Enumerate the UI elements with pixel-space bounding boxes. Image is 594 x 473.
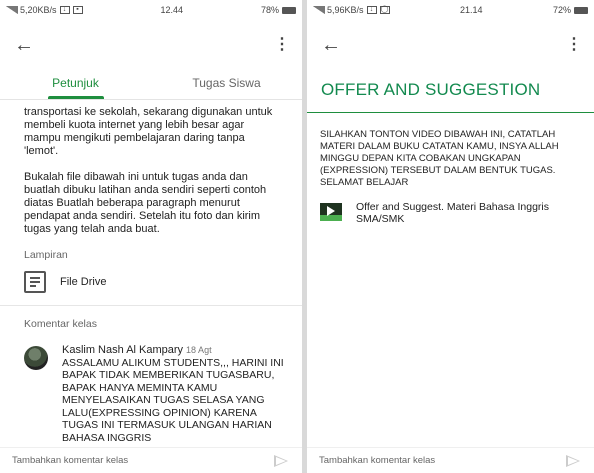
signal-icon [313,6,325,14]
back-arrow-icon[interactable]: ← [321,34,341,57]
comment-composer: Tambahkan komentar kelas [307,447,594,473]
tab-petunjuk-label: Petunjuk [52,76,99,90]
download-icon: ↓ [366,6,377,14]
battery-icon [574,6,588,14]
battery-icon [282,6,296,14]
clock: 21.14 [459,5,483,15]
comment-date: 18 Agt [186,345,212,355]
back-arrow-icon[interactable]: ← [14,34,34,57]
tab-tugas-siswa[interactable]: Tugas Siswa [151,70,302,99]
attachments-heading: Lampiran [24,249,68,261]
status-bar: 5,20KB/s ↓ ▪ 12.44 78% [0,0,302,20]
whatsapp-icon: ◯ [379,6,390,14]
notification-icon: ▪ [72,6,83,14]
send-icon[interactable] [566,454,580,467]
material-item[interactable]: Offer and Suggest. Materi Bahasa Inggris… [307,189,594,225]
youtube-video-icon [320,203,342,221]
instructions-paragraph: Bukalah file dibawah ini untuk tugas and… [24,171,267,235]
tab-tugas-siswa-label: Tugas Siswa [192,76,261,90]
attachment-label: File Drive [60,276,107,288]
comment-text: ASSALAMU ALIKUM STUDENTS,,, HARINI INI B… [62,356,284,444]
comment-input[interactable]: Tambahkan komentar kelas [12,455,128,466]
material-label: Offer and Suggest. Materi Bahasa Inggris… [356,201,549,225]
network-speed: 5,20KB/s [20,5,57,15]
signal-icon [6,6,18,14]
more-vert-icon[interactable]: ⋮ [274,37,290,53]
assignment-description: SILAHKAN TONTON VIDEO DIBAWAH INI, CATAT… [320,129,559,188]
app-bar: ← ⋮ [307,20,594,70]
tab-petunjuk[interactable]: Petunjuk [0,70,151,99]
status-bar: 5,96KB/s ↓ ◯ 21.14 72% [307,0,594,20]
assignment-title: OFFER AND SUGGESTION [307,70,594,113]
tab-bar: Petunjuk Tugas Siswa [0,70,302,100]
comment-input[interactable]: Tambahkan komentar kelas [319,455,435,466]
battery-percent: 78% [260,5,279,15]
clock: 12.44 [160,5,184,15]
comments-heading: Komentar kelas [24,318,97,330]
avatar[interactable] [24,346,48,370]
network-speed: 5,96KB/s [327,5,364,15]
document-icon [24,271,46,293]
left-screen: 5,20KB/s ↓ ▪ 12.44 78% ← ⋮ Petunjuk Tuga… [0,0,302,473]
send-icon[interactable] [274,454,288,467]
attachment-item[interactable]: File Drive [0,261,302,306]
download-icon: ↓ [59,6,70,14]
class-comments: Komentar kelas Kaslim Nash Al Kampary 18 … [0,306,302,444]
app-bar: ← ⋮ [0,20,302,70]
right-screen: 5,96KB/s ↓ ◯ 21.14 72% ← ⋮ OFFER AND SUG… [307,0,594,473]
instructions-paragraph: transportasi ke sekolah, sekarang diguna… [24,106,273,157]
comment-author: Kaslim Nash Al Kampary [62,344,184,356]
screenshot-collage: 5,20KB/s ↓ ▪ 12.44 78% ← ⋮ Petunjuk Tuga… [0,0,594,473]
battery-percent: 72% [552,5,571,15]
instructions-body: transportasi ke sekolah, sekarang diguna… [0,100,302,236]
comment-composer: Tambahkan komentar kelas [0,447,302,473]
comment-item: Kaslim Nash Al Kampary 18 Agt ASSALAMU AL… [0,330,302,444]
more-vert-icon[interactable]: ⋮ [566,37,582,53]
